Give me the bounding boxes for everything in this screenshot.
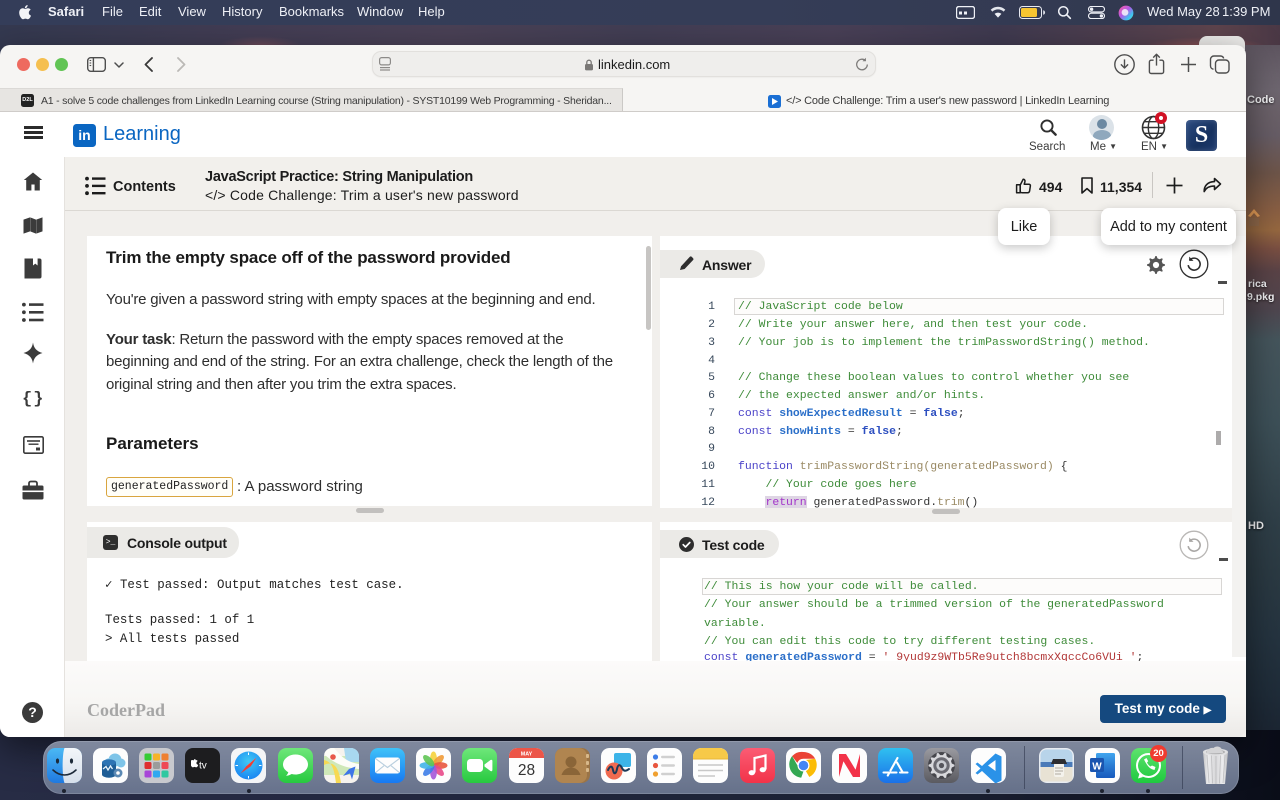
- svg-text:28: 28: [517, 762, 534, 779]
- svg-text:tv: tv: [199, 760, 207, 771]
- svg-text:MAY: MAY: [520, 752, 532, 758]
